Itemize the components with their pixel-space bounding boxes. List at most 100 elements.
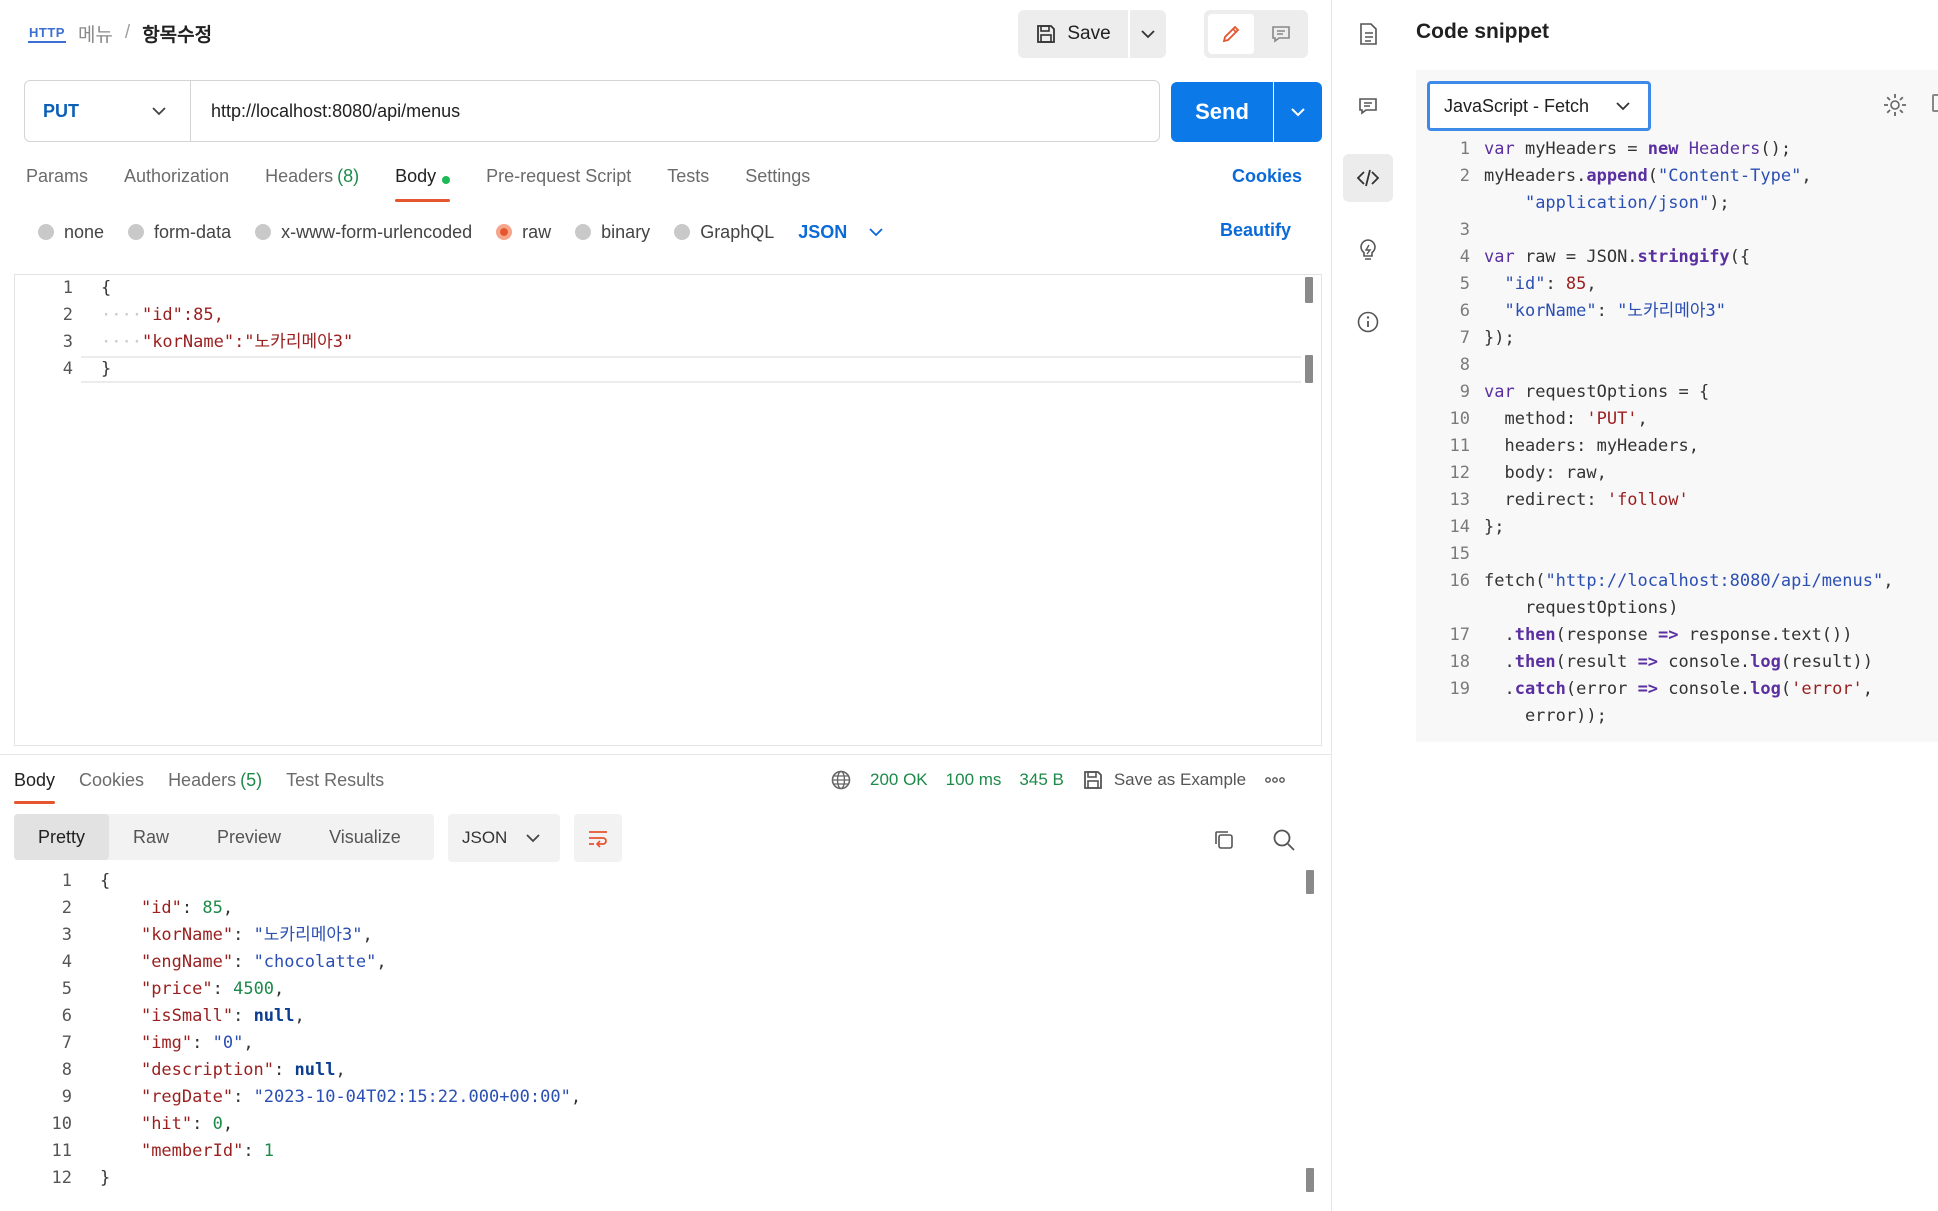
save-label: Save	[1067, 23, 1111, 44]
snippet-language-select[interactable]: JavaScript - Fetch	[1427, 81, 1651, 131]
view-preview[interactable]: Preview	[193, 814, 305, 860]
send-dropdown-button[interactable]	[1274, 82, 1322, 142]
scrollbar[interactable]	[1305, 277, 1313, 303]
wrap-lines-button[interactable]	[574, 814, 622, 862]
radio-button-selected[interactable]	[496, 224, 513, 240]
code-line: {	[100, 871, 111, 891]
tab-headers[interactable]: Headers (8)	[265, 160, 359, 202]
url-bar: PUT http://localhost:8080/api/menus	[24, 80, 1160, 142]
chevron-down-icon	[1291, 108, 1305, 117]
gear-icon[interactable]	[1882, 92, 1908, 118]
copy-snippet-icon[interactable]	[1932, 94, 1938, 112]
pencil-icon	[1222, 25, 1240, 43]
scrollbar[interactable]	[1306, 870, 1314, 894]
related-collections-button[interactable]	[1343, 226, 1393, 274]
pane-divider[interactable]	[0, 754, 1332, 755]
radio-button[interactable]	[38, 224, 54, 240]
tab-tests[interactable]: Tests	[667, 160, 709, 202]
radio-button[interactable]	[674, 224, 691, 240]
json-field: "isSmall": null,	[140, 1006, 305, 1026]
view-raw[interactable]: Raw	[109, 814, 193, 860]
body-indicator-dot	[442, 176, 451, 184]
json-field: "engName": "chocolatte",	[140, 952, 387, 972]
code-snippet-button[interactable]	[1343, 154, 1393, 202]
search-icon[interactable]	[1272, 828, 1296, 852]
tab-settings[interactable]: Settings	[745, 160, 810, 202]
more-icon[interactable]	[1264, 775, 1286, 785]
breadcrumb: HTTP 메뉴 / 항목수정	[28, 18, 212, 48]
info-icon	[1357, 311, 1379, 333]
breadcrumb-parent[interactable]: 메뉴	[78, 20, 113, 47]
body-option-urlencoded[interactable]: x-www-form-urlencoded	[255, 222, 472, 243]
view-visualize[interactable]: Visualize	[305, 814, 425, 860]
comment-icon	[1272, 26, 1290, 43]
right-icon-rail	[1332, 0, 1408, 1211]
mode-toggle	[1204, 10, 1308, 58]
method-label: PUT	[43, 100, 79, 121]
tab-pre-request-script[interactable]: Pre-request Script	[486, 160, 631, 202]
body-language-select[interactable]: JSON	[798, 222, 883, 243]
response-body-viewer[interactable]: 1 2 3 4 5 6 7 8 9 10 11 12 { "id": 85, "…	[14, 868, 1322, 1211]
save-dropdown-button[interactable]	[1130, 10, 1166, 58]
snippet-code: 1 var myHeaders = new Headers(); 2 myHeade…	[1449, 139, 1894, 726]
info-button[interactable]	[1343, 298, 1393, 346]
line-numbers: 1 2 3 4	[62, 278, 73, 379]
body-option-graphql[interactable]: GraphQL	[674, 222, 774, 243]
radio-button[interactable]	[128, 224, 145, 240]
cookies-link[interactable]: Cookies	[1232, 166, 1302, 187]
comments-button[interactable]	[1343, 82, 1393, 130]
tab-response-headers[interactable]: Headers (5)	[168, 766, 262, 804]
send-button[interactable]: Send	[1171, 82, 1273, 142]
json-field: "img": "0",	[140, 1033, 254, 1053]
body-option-none[interactable]: none	[38, 222, 104, 243]
response-status: 200 OK 100 ms 345 B Save as Example	[830, 766, 1286, 794]
save-as-example-button[interactable]: Save as Example	[1082, 769, 1246, 791]
chevron-down-icon	[869, 228, 883, 237]
json-field: "hit": 0,	[140, 1114, 234, 1134]
copy-icon[interactable]	[1212, 828, 1236, 852]
edit-mode-button[interactable]	[1208, 14, 1254, 54]
breadcrumb-separator: /	[124, 22, 131, 43]
save-button[interactable]: Save	[1018, 10, 1128, 58]
response-time[interactable]: 100 ms	[946, 770, 1002, 790]
view-pretty[interactable]: Pretty	[14, 814, 110, 860]
code-line: }	[100, 1168, 111, 1188]
body-option-binary[interactable]: binary	[575, 222, 650, 243]
method-select[interactable]: PUT	[25, 81, 191, 141]
body-option-form-data[interactable]: form-data	[128, 222, 231, 243]
beautify-link[interactable]: Beautify	[1220, 220, 1291, 241]
code-line: }	[101, 359, 112, 379]
request-panel: HTTP 메뉴 / 항목수정 Save PUT http://localhost…	[0, 0, 1332, 1211]
json-field: "price": 4500,	[140, 979, 285, 999]
request-body-editor[interactable]: 1 2 3 4 { ····"id":85, ····"korName":"노카…	[14, 274, 1322, 746]
tab-params[interactable]: Params	[26, 160, 88, 202]
status-code[interactable]: 200 OK	[870, 770, 928, 790]
http-icon: HTTP	[28, 24, 66, 43]
request-name[interactable]: 항목수정	[142, 20, 212, 47]
tab-response-cookies[interactable]: Cookies	[79, 766, 144, 804]
document-icon	[1360, 23, 1377, 45]
chevron-down-icon	[526, 834, 540, 843]
body-option-raw[interactable]: raw	[496, 222, 551, 243]
tab-test-results[interactable]: Test Results	[286, 766, 384, 804]
scrollbar-thumb[interactable]	[1306, 1168, 1314, 1192]
documentation-button[interactable]	[1343, 10, 1393, 58]
tab-response-body[interactable]: Body	[14, 766, 56, 804]
url-input[interactable]: http://localhost:8080/api/menus	[191, 101, 460, 122]
response-size[interactable]: 345 B	[1019, 770, 1063, 790]
response-format-select[interactable]: JSON	[448, 814, 560, 862]
scrollbar-thumb[interactable]	[1305, 355, 1313, 383]
body-type-options: none form-data x-www-form-urlencoded raw…	[38, 218, 883, 246]
comment-mode-button[interactable]	[1258, 14, 1304, 54]
radio-button[interactable]	[255, 224, 272, 240]
tab-authorization[interactable]: Authorization	[124, 160, 229, 202]
send-group: Send	[1171, 82, 1322, 142]
response-tabs: Body Cookies Headers (5) Test Results	[14, 766, 384, 804]
request-tabs: Params Authorization Headers (8) Body Pre…	[26, 160, 810, 202]
save-icon	[1083, 771, 1102, 789]
lightbulb-icon	[1360, 239, 1376, 260]
tab-body[interactable]: Body	[395, 160, 451, 202]
globe-icon[interactable]	[830, 769, 852, 791]
chevron-down-icon	[1141, 30, 1155, 39]
radio-button[interactable]	[575, 224, 592, 240]
